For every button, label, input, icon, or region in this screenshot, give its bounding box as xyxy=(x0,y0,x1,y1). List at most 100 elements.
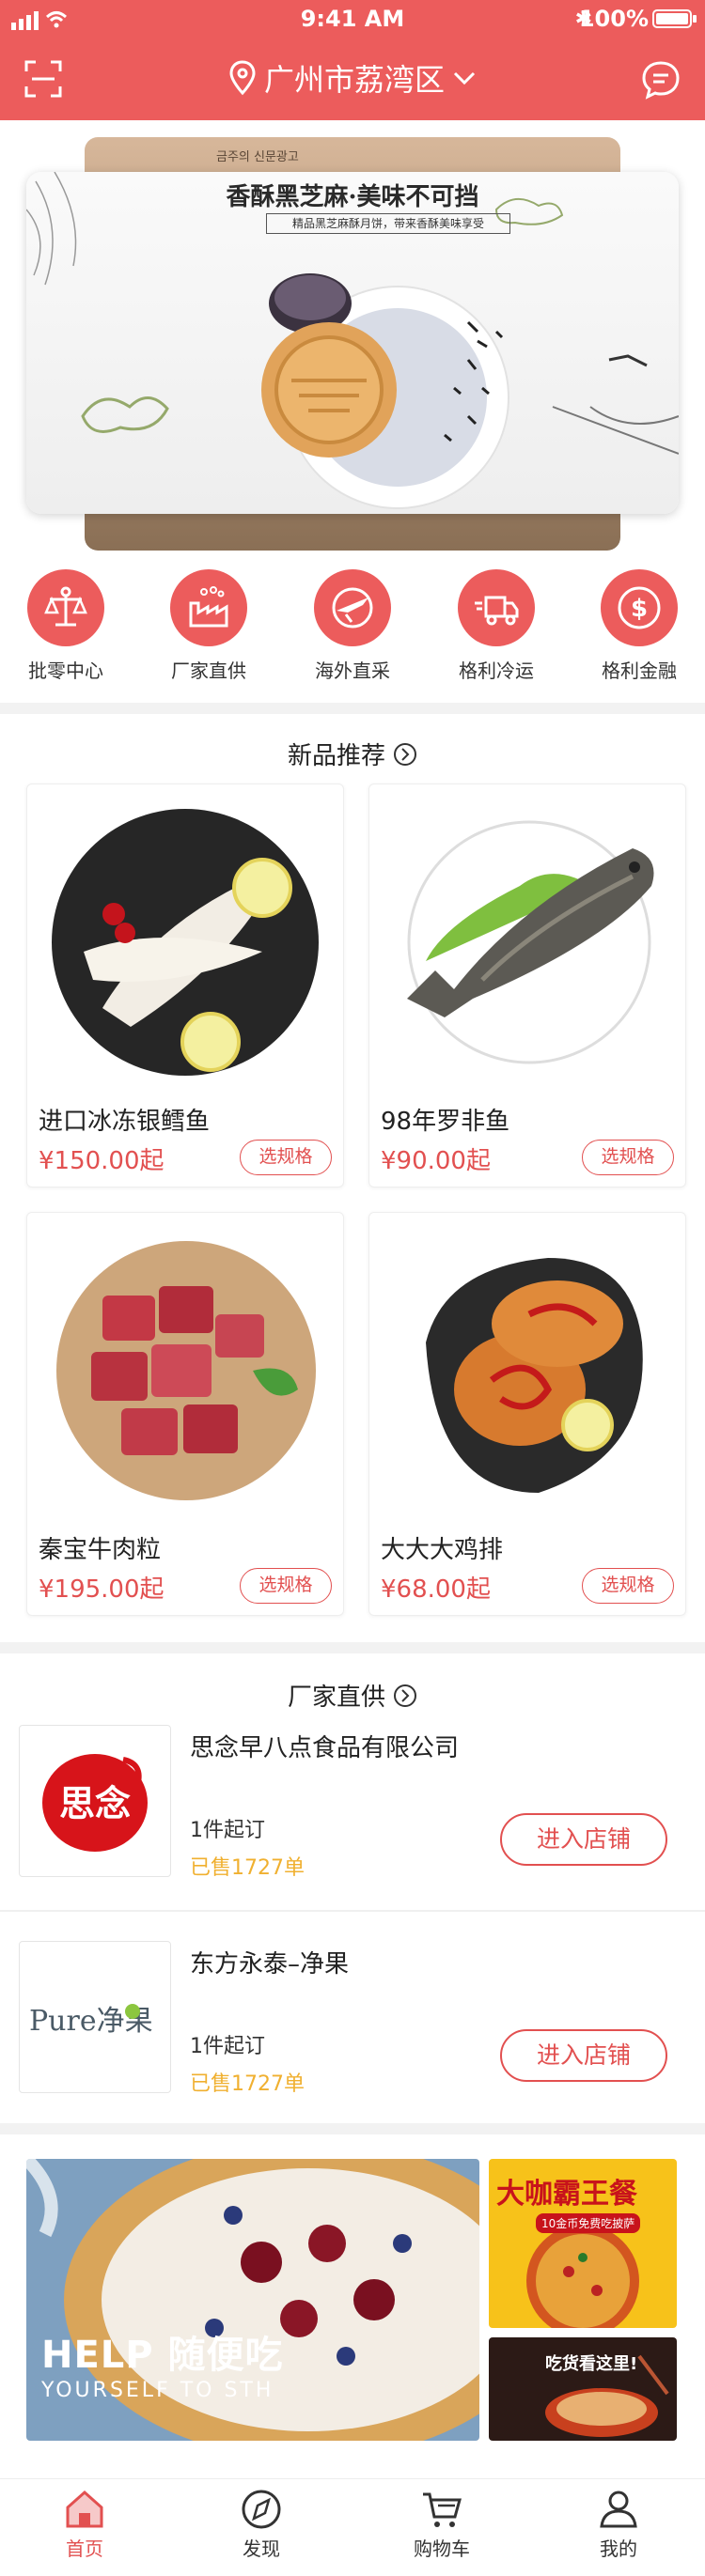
promo-pizza[interactable]: 大咖霸王餐 10金币免费吃披萨 xyxy=(489,2159,677,2328)
category-overseas[interactable]: 海外直采 xyxy=(296,569,409,683)
tilapia-fish-image xyxy=(407,820,654,1064)
new-products-header[interactable]: 新品推荐 xyxy=(0,737,705,771)
category-finance[interactable]: $ 格利金融 xyxy=(583,569,696,683)
row-divider xyxy=(0,1910,705,1912)
select-spec-button[interactable]: 选规格 xyxy=(582,1568,674,1604)
tab-label: 我的 xyxy=(600,2537,637,2560)
promo-foodie[interactable]: 吃货看这里! xyxy=(489,2337,677,2441)
promo-foodie-title: 吃货看这里! xyxy=(545,2354,638,2374)
product-name: 大大大鸡排 xyxy=(381,1536,504,1564)
battery-tip xyxy=(693,15,697,23)
product-name: 进口冰冻银鳕鱼 xyxy=(39,1108,211,1136)
tab-label: 发现 xyxy=(243,2537,280,2560)
location-text: 广州市荔湾区 xyxy=(263,62,445,98)
location-selector[interactable]: 广州市荔湾区 xyxy=(0,56,705,100)
banner-back-caption: 금주의 신문광고 xyxy=(216,150,299,164)
shop-logo: Pure净果 xyxy=(19,1941,171,2093)
product-card[interactable]: 98年罗非鱼 ¥90.00起 选规格 xyxy=(368,784,686,1187)
category-icon-circle xyxy=(314,569,391,646)
tab-label: 首页 xyxy=(66,2537,103,2560)
product-price: ¥90.00起 xyxy=(381,1147,491,1175)
plane-icon xyxy=(332,587,373,628)
tab-cart[interactable]: 购物车 xyxy=(385,2487,498,2561)
section-divider xyxy=(0,703,705,714)
pure-logo-image: Pure净果 xyxy=(29,2004,153,2038)
factory-header[interactable]: 厂家直供 xyxy=(0,1678,705,1713)
app-page: 9:41 AM ✱ 100% 广州市荔湾区 금주의 신문광고 香酥黑芝麻·美味不… xyxy=(0,0,705,2576)
product-price: ¥68.00起 xyxy=(381,1575,491,1604)
top-nav: 广州市荔湾区 xyxy=(0,43,705,111)
tab-discover[interactable]: 发现 xyxy=(205,2487,318,2561)
header: 9:41 AM ✱ 100% 广州市荔湾区 xyxy=(0,0,705,120)
tab-home[interactable]: 首页 xyxy=(28,2487,141,2561)
synear-logo-image: 思念 xyxy=(42,1754,148,1852)
product-card[interactable]: 大大大鸡排 ¥68.00起 选规格 xyxy=(368,1212,686,1616)
promo-banner-help[interactable]: HELP 随便吃 YOURSELF TO STH xyxy=(26,2159,479,2441)
category-label: 海外直采 xyxy=(315,660,390,682)
status-bar: 9:41 AM ✱ 100% xyxy=(0,0,705,38)
dollar-icon: $ xyxy=(618,586,661,629)
enter-shop-button[interactable]: 进入店铺 xyxy=(500,2029,667,2082)
select-spec-button[interactable]: 选规格 xyxy=(240,1140,332,1175)
shop-row[interactable]: 思念 思念早八点食品有限公司 1件起订 已售1727单 进入店铺 xyxy=(0,1725,705,1939)
banner-title: 香酥黑芝麻·美味不可挡 xyxy=(226,183,479,211)
shop-name: 思念早八点食品有限公司 xyxy=(190,1734,460,1762)
new-products-title: 新品推荐 xyxy=(287,742,385,770)
shop-sold-count: 已售1727单 xyxy=(190,1856,305,1880)
product-price: ¥150.00起 xyxy=(39,1147,164,1175)
product-card[interactable]: 秦宝牛肉粒 ¥195.00起 选规格 xyxy=(26,1212,344,1616)
select-spec-button[interactable]: 选规格 xyxy=(582,1140,674,1175)
location-pin-icon xyxy=(229,60,256,96)
select-spec-button[interactable]: 选规格 xyxy=(240,1568,332,1604)
shop-sold-count: 已售1727单 xyxy=(190,2072,305,2096)
factory-title: 厂家直供 xyxy=(287,1684,385,1712)
chevron-down-icon xyxy=(453,71,476,85)
category-retail-center[interactable]: 批零中心 xyxy=(9,569,122,683)
category-label: 批零中心 xyxy=(28,660,103,682)
category-icon-circle xyxy=(170,569,247,646)
cart-icon xyxy=(423,2492,462,2527)
shop-min-order: 1件起订 xyxy=(190,1819,265,1842)
product-price: ¥195.00起 xyxy=(39,1575,164,1604)
category-label: 格利金融 xyxy=(602,660,677,682)
scale-icon xyxy=(44,586,87,627)
svg-text:$: $ xyxy=(631,595,648,623)
circle-arrow-right-icon xyxy=(394,1684,416,1707)
category-cold-chain[interactable]: 格利冷运 xyxy=(440,569,553,683)
tab-profile[interactable]: 我的 xyxy=(562,2487,675,2561)
profile-icon xyxy=(600,2491,637,2528)
truck-icon xyxy=(475,596,519,626)
banner-carousel[interactable]: 香酥黑芝麻·美味不可挡 精品黑芝麻酥月饼，带来香酥美味享受 xyxy=(26,172,679,514)
category-label: 格利冷运 xyxy=(459,660,534,682)
message-icon[interactable] xyxy=(641,60,681,100)
shop-logo-text: 思念 xyxy=(59,1783,131,1824)
shop-min-order: 1件起订 xyxy=(190,2035,265,2058)
circle-arrow-right-icon xyxy=(394,742,416,766)
promo-pizza-subtitle: 10金币免费吃披萨 xyxy=(536,2213,641,2233)
bottom-tab-bar: 首页 发现 购物车 我的 xyxy=(0,2478,705,2576)
battery-icon xyxy=(652,9,692,28)
enter-shop-button[interactable]: 进入店铺 xyxy=(500,1813,667,1866)
tab-label: 购物车 xyxy=(414,2537,470,2560)
banner-subtitle: 精品黑芝麻酥月饼，带来香酥美味享受 xyxy=(266,213,510,234)
chicken-cutlet-image xyxy=(426,1258,643,1493)
category-icon-circle xyxy=(27,569,104,646)
shop-name: 东方永泰–净果 xyxy=(190,1950,350,1979)
cod-fish-image xyxy=(52,809,319,1076)
factory-icon xyxy=(189,586,228,628)
compass-icon xyxy=(242,2490,281,2529)
category-icon-circle: $ xyxy=(601,569,678,646)
promo-pizza-title: 大咖霸王餐 xyxy=(496,2178,637,2211)
category-factory-direct[interactable]: 厂家直供 xyxy=(152,569,265,683)
promo-help-subtitle: YOURSELF TO STH xyxy=(41,2379,274,2402)
product-card[interactable]: 进口冰冻银鳕鱼 ¥150.00起 选规格 xyxy=(26,784,344,1187)
category-icon-circle xyxy=(458,569,535,646)
category-nav: 批零中心 厂家直供 海外直采 格利冷运 $ 格利金融 xyxy=(0,569,705,686)
section-divider xyxy=(0,2123,705,2134)
product-name: 秦宝牛肉粒 xyxy=(39,1536,162,1564)
promo-help-text: HELP 随便吃 YOURSELF TO STH xyxy=(41,2324,284,2402)
promo-help-title: HELP 随便吃 xyxy=(41,2334,284,2377)
battery-percent: 100% xyxy=(578,6,649,32)
section-divider xyxy=(0,1642,705,1653)
home-icon xyxy=(66,2490,103,2528)
